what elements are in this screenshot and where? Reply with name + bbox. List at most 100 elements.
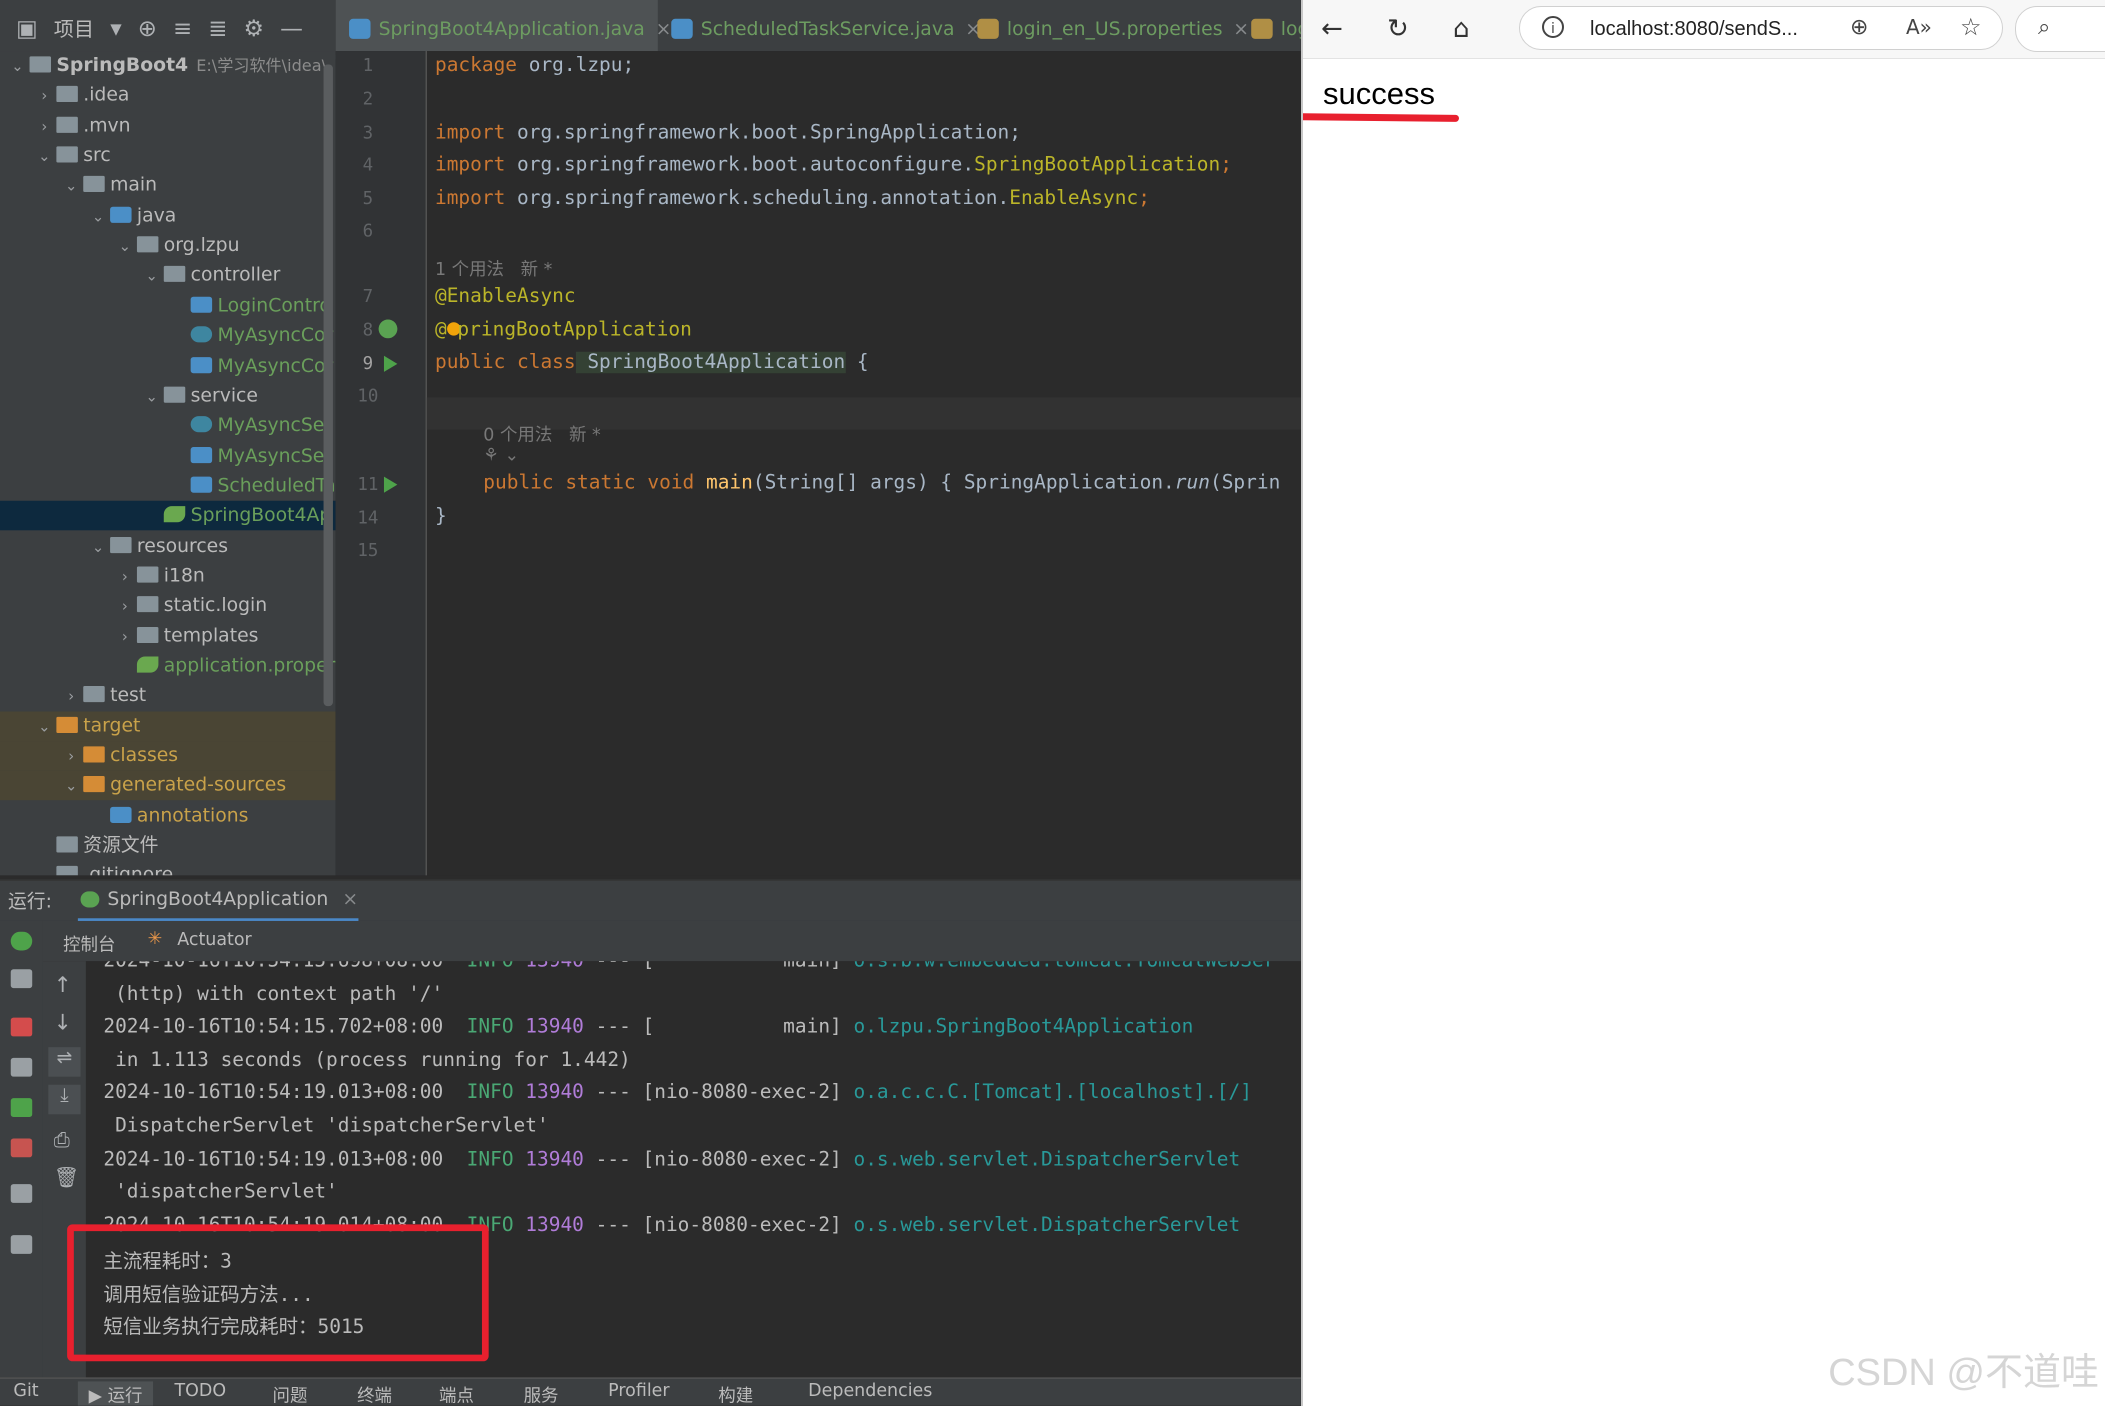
status-problems[interactable]: 问题: [273, 1381, 308, 1406]
tree-item[interactable]: SpringBoot4Ap: [0, 501, 336, 531]
tree-item[interactable]: annotations: [0, 801, 336, 831]
chevron-down-icon[interactable]: ⌄: [142, 262, 161, 292]
tree-item[interactable]: ⌄ java: [0, 201, 336, 231]
collapse-all-icon[interactable]: ≣: [208, 15, 227, 42]
arrow-up-icon[interactable]: ↑: [54, 972, 72, 998]
tree-item[interactable]: › i18n: [0, 561, 336, 591]
tab-console[interactable]: 控制台: [63, 930, 115, 956]
chevron-down-icon[interactable]: ⌄: [89, 532, 108, 562]
chevron-down-icon[interactable]: ⌄: [35, 142, 54, 172]
status-build[interactable]: 构建: [718, 1381, 753, 1406]
status-terminal[interactable]: 终端: [357, 1381, 392, 1406]
tree-item[interactable]: ⌄ org.lzpu: [0, 231, 336, 261]
tree-item[interactable]: ⌄ target: [0, 711, 336, 741]
chevron-right-icon[interactable]: ›: [35, 112, 54, 142]
tree-item[interactable]: › static.login: [0, 591, 336, 621]
tree-item[interactable]: ⌄ service: [0, 381, 336, 411]
chevron-right-icon[interactable]: ›: [115, 592, 134, 622]
tree-item[interactable]: ⌄ controller: [0, 261, 336, 291]
tree-item[interactable]: MyAsyncCor: [0, 351, 336, 381]
chevron-right-icon[interactable]: ›: [115, 622, 134, 652]
status-endpoints[interactable]: 端点: [439, 1381, 474, 1406]
run-gutter-icon[interactable]: [383, 355, 398, 372]
debug-icon[interactable]: [10, 1098, 33, 1117]
chevron-down-icon[interactable]: ⌄: [89, 202, 108, 232]
back-icon[interactable]: ←: [1321, 14, 1343, 44]
gear-icon[interactable]: ⚙: [243, 15, 263, 42]
search-pill[interactable]: ⌕: [2015, 6, 2105, 52]
ai-action-icon[interactable]: ⚘ ⌄: [483, 446, 519, 466]
tree-item[interactable]: ⌄ generated-sources: [0, 771, 336, 801]
tab-actuator[interactable]: Actuator: [177, 930, 252, 950]
run-gutter-icon[interactable]: [383, 476, 398, 493]
search-icon[interactable]: ⌕: [2038, 15, 2050, 40]
chevron-down-icon[interactable]: ⌄: [115, 232, 134, 262]
address-bar[interactable]: i localhost:8080/sendS... ⊕ A» ☆: [1519, 6, 2003, 50]
run-config-tab[interactable]: SpringBoot4Application ×: [77, 881, 359, 923]
tree-item[interactable]: MyAsyncSer: [0, 411, 336, 441]
zoom-icon[interactable]: ⊕: [1850, 15, 1868, 40]
tree-item[interactable]: › test: [0, 681, 336, 711]
expand-all-icon[interactable]: ≡: [173, 15, 192, 42]
chevron-right-icon[interactable]: ›: [62, 682, 81, 712]
rerun-icon[interactable]: [10, 931, 33, 951]
chevron-down-icon[interactable]: ⌄: [142, 382, 161, 412]
spring-bean-icon[interactable]: [378, 319, 398, 339]
camera-icon[interactable]: [10, 1057, 33, 1077]
chevron-right-icon[interactable]: ›: [62, 742, 81, 772]
layout-icon[interactable]: [10, 1184, 33, 1203]
tree-item[interactable]: ScheduledTa: [0, 471, 336, 501]
chevron-down-icon[interactable]: ▾: [110, 15, 121, 42]
soft-wrap-icon[interactable]: ⇌: [48, 1047, 81, 1077]
reload-icon[interactable]: ↻: [1387, 14, 1409, 44]
read-aloud-icon[interactable]: A»: [1906, 15, 1932, 39]
tree-item[interactable]: › templates: [0, 621, 336, 651]
status-git[interactable]: Git: [13, 1381, 38, 1401]
scroll-to-end-icon[interactable]: ⤓: [48, 1084, 81, 1115]
trash-icon[interactable]: 🗑: [54, 1165, 80, 1189]
status-dependencies[interactable]: Dependencies: [808, 1381, 932, 1401]
print-icon[interactable]: ⎙: [54, 1128, 70, 1152]
chevron-down-icon[interactable]: ⌄: [8, 52, 27, 82]
pin-icon[interactable]: [10, 1235, 33, 1254]
project-title[interactable]: 项目: [54, 15, 94, 43]
tree-item[interactable]: MyAsyncCor: [0, 321, 336, 351]
tree-item[interactable]: › classes: [0, 741, 336, 771]
chevron-down-icon[interactable]: ⌄: [62, 172, 81, 202]
arrow-down-icon[interactable]: ↓: [54, 1010, 72, 1036]
chevron-down-icon[interactable]: ⌄: [62, 772, 81, 802]
tree-item[interactable]: › .idea: [0, 81, 336, 111]
exit-icon[interactable]: [10, 1138, 33, 1158]
usage-hint[interactable]: 1 个用法 新 *: [435, 255, 552, 280]
chevron-right-icon[interactable]: ›: [35, 82, 54, 112]
tree-item[interactable]: MyAsyncSer: [0, 441, 336, 471]
status-services[interactable]: 服务: [524, 1381, 559, 1406]
status-todo[interactable]: TODO: [175, 1381, 227, 1401]
tree-item[interactable]: application.proper: [0, 651, 336, 681]
tree-item[interactable]: ⌄ src: [0, 141, 336, 171]
tree-item[interactable]: 资源文件: [0, 831, 336, 861]
status-profiler[interactable]: Profiler: [608, 1381, 669, 1401]
usage-hint[interactable]: 0 个用法 新 *: [483, 420, 600, 446]
log-continuation: DispatcherServlet 'dispatcherServlet': [103, 1115, 549, 1138]
project-view-icon[interactable]: ▣: [16, 15, 38, 42]
site-info-icon[interactable]: i: [1542, 16, 1564, 38]
chevron-right-icon[interactable]: ›: [115, 562, 134, 592]
tree-item[interactable]: ⌄ resources: [0, 531, 336, 561]
tree-item[interactable]: LoginContro: [0, 291, 336, 321]
status-run[interactable]: ▶ 运行: [77, 1381, 154, 1406]
chevron-down-icon[interactable]: ⌄: [35, 712, 54, 742]
minimize-icon[interactable]: —: [280, 15, 303, 42]
tree-item[interactable]: .gitignore: [0, 861, 336, 876]
wrench-icon[interactable]: [10, 969, 33, 989]
stop-icon[interactable]: [10, 1017, 33, 1037]
tree-item[interactable]: ⌄ SpringBoot4 E:\学习软件\idea\: [0, 51, 336, 81]
tree-item[interactable]: › .mvn: [0, 111, 336, 141]
tree-item[interactable]: ⌄ main: [0, 171, 336, 201]
tree-scrollbar[interactable]: [323, 64, 333, 707]
close-icon[interactable]: ×: [342, 889, 358, 910]
home-icon[interactable]: ⌂: [1453, 14, 1470, 44]
locate-icon[interactable]: ⊕: [138, 15, 157, 42]
code-editor[interactable]: 1 2 3 4 5 6 7 8 9 10 11 14 15 package or…: [335, 51, 1301, 876]
favorite-star-icon[interactable]: ☆: [1960, 13, 1982, 41]
